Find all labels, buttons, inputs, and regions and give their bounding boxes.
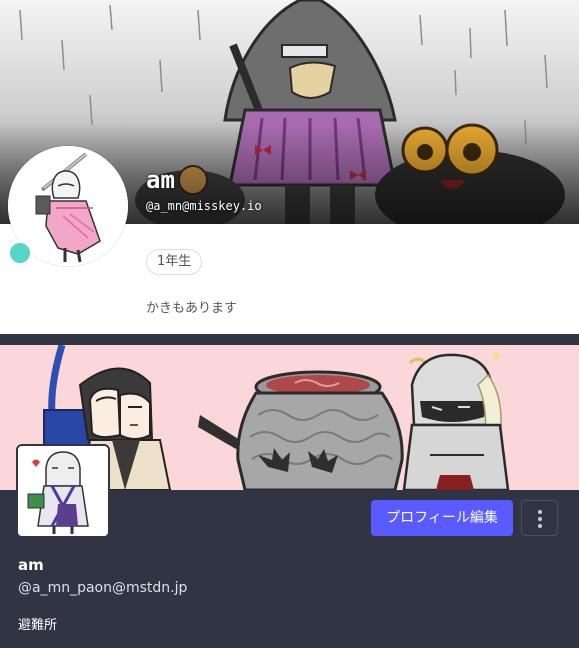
online-status-indicator	[7, 240, 33, 266]
more-options-button[interactable]	[521, 500, 558, 536]
misskey-handle: @a_mn@misskey.io	[146, 199, 262, 213]
vertical-ellipsis-icon-dot	[538, 517, 542, 521]
mastodon-bio: 避難所	[18, 618, 58, 633]
mastodon-profile-card: プロフィール編集 am @a_mn_paon@mstdn.jp 避難所	[0, 334, 579, 648]
mastodon-display-name: am	[18, 556, 44, 574]
vertical-ellipsis-icon	[538, 510, 542, 514]
mastodon-avatar[interactable]	[16, 444, 110, 538]
misskey-display-name: am	[146, 166, 175, 194]
mastodon-handle: @a_mn_paon@mstdn.jp	[18, 580, 188, 596]
misskey-profile-card: am @a_mn@misskey.io 1年生 かきもあります	[0, 0, 579, 334]
role-badge[interactable]: 1年生	[146, 249, 203, 275]
edit-profile-button[interactable]: プロフィール編集	[371, 500, 513, 536]
vertical-ellipsis-icon-dot	[538, 524, 542, 528]
misskey-description: かきもあります	[146, 301, 238, 316]
